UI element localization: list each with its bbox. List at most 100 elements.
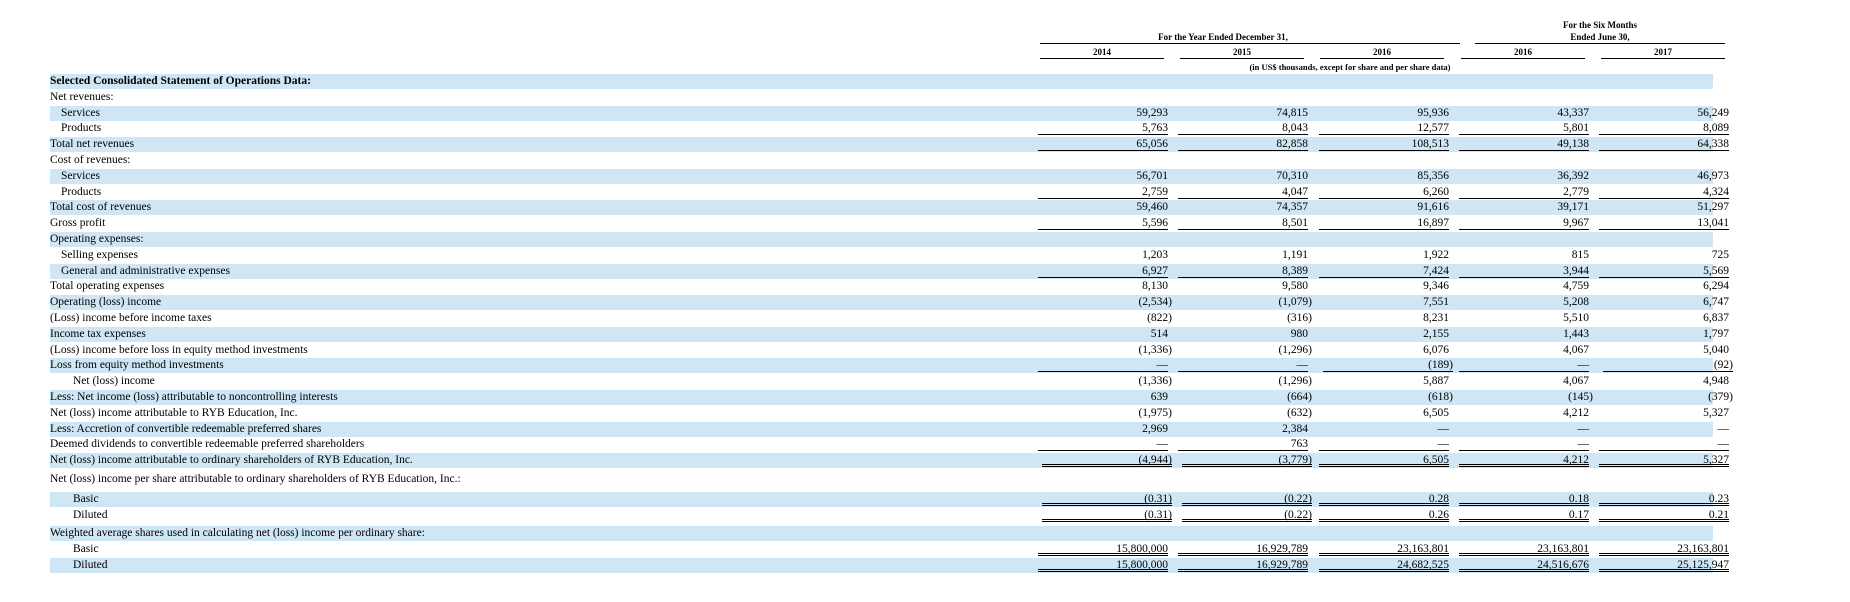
table-row: Services 59,293 74,815 95,936 43,337 56,249 — [0, 105, 1850, 121]
six-months-header-line2: Ended June 30, — [1570, 32, 1630, 42]
row-label: Services — [61, 106, 100, 119]
table-row: Diluted 15,800,000 16,929,789 24,682,525 24,… — [0, 558, 1850, 573]
table-row: Less: Net income (loss) attributable to … — [0, 390, 1850, 405]
cell-value: 8,089 — [1599, 121, 1729, 136]
cell-value: (0.31) — [1042, 508, 1172, 522]
cell-value: 2,155 — [1423, 327, 1449, 340]
cell-value: 0.28 — [1319, 492, 1449, 506]
cell-value: 95,936 — [1417, 106, 1449, 119]
table-row: Net (loss) income attributable to ordina… — [0, 453, 1850, 469]
cell-value: 6,837 — [1703, 312, 1729, 324]
cell-value: 15,800,000 — [1038, 542, 1168, 557]
row-label: Net (loss) income per share attributable… — [50, 473, 461, 485]
table-row: General and administrative expenses 6,927… — [0, 263, 1850, 279]
year-column-rule — [1040, 58, 1164, 59]
table-row: Total net revenues 65,056 82,858 108,513 49,… — [0, 137, 1850, 153]
cell-value: 24,516,676 — [1459, 558, 1589, 572]
table-row: Services 56,701 70,310 85,356 36,392 46,973 — [0, 168, 1850, 184]
cell-value: 16,897 — [1319, 216, 1449, 231]
cell-value: (1,336) — [1138, 375, 1172, 388]
cell-value: — — [1038, 358, 1168, 373]
row-label: Less: Accretion of convertible redeemabl… — [50, 422, 322, 435]
cell-value: 2,384 — [1282, 422, 1308, 435]
cell-value: 5,596 — [1038, 216, 1168, 231]
row-label: Selling expenses — [61, 248, 138, 261]
row-label: Services — [61, 169, 100, 182]
cell-value: 2,779 — [1459, 185, 1589, 199]
cell-value: 7,424 — [1319, 264, 1449, 278]
table-row: (Loss) income before income taxes (822) (3… — [0, 311, 1850, 326]
cell-value: — — [1717, 422, 1730, 435]
cell-value: 24,682,525 — [1319, 558, 1449, 572]
cell-value: 7,551 — [1423, 296, 1449, 309]
cell-value: — — [1038, 437, 1168, 452]
table-row: Less: Accretion of convertible redeemabl… — [0, 421, 1850, 437]
cell-value: 4,047 — [1178, 185, 1308, 199]
table-row: Basic 15,800,000 16,929,789 23,163,801 23,16… — [0, 542, 1850, 557]
cell-value: 12,577 — [1319, 121, 1449, 136]
row-label: Deemed dividends to convertible redeemab… — [50, 438, 365, 451]
row-label: Diluted — [73, 508, 108, 521]
row-label: (Loss) income before income taxes — [50, 312, 212, 324]
cell-value: (145) — [1568, 391, 1593, 403]
row-label: Less: Net income (loss) attributable to … — [50, 391, 338, 403]
cell-value: (379) — [1708, 391, 1733, 403]
row-label: General and administrative expenses — [61, 264, 230, 277]
cell-value: 56,701 — [1136, 169, 1168, 182]
table-row: Net (loss) income (1,336) (1,296) 5,887 4,06… — [0, 374, 1850, 389]
year-column-label: 2016 — [1514, 47, 1532, 57]
cell-value: 6,260 — [1319, 185, 1449, 199]
cell-value: 4,212 — [1563, 406, 1589, 419]
cell-value: 23,163,801 — [1319, 542, 1449, 557]
cell-value: (1,079) — [1278, 296, 1312, 309]
cell-value: 56,249 — [1697, 106, 1729, 119]
cell-value: 49,138 — [1459, 137, 1589, 152]
cell-value: (0.22) — [1182, 508, 1312, 522]
row-label: Diluted — [73, 559, 108, 571]
cell-value: 4,212 — [1459, 453, 1589, 468]
cell-value: — — [1459, 358, 1589, 373]
cell-value: (618) — [1428, 391, 1453, 403]
table-row: Operating expenses: — [0, 232, 1850, 247]
row-label: Total net revenues — [50, 138, 135, 151]
table-row: Deemed dividends to convertible redeemab… — [0, 437, 1850, 452]
cell-value: 1,203 — [1142, 248, 1168, 261]
units-note: (in US$ thousands, except for share and … — [1249, 62, 1451, 72]
cell-value: 5,327 — [1599, 453, 1729, 468]
year-column-label: 2014 — [1093, 47, 1111, 57]
cell-value: 0.18 — [1459, 492, 1589, 506]
cell-value: 8,501 — [1178, 216, 1308, 231]
cell-value: 8,043 — [1178, 121, 1308, 136]
year-column-label: 2015 — [1233, 47, 1251, 57]
cell-value: 108,513 — [1319, 137, 1449, 152]
year-column-rule — [1320, 58, 1444, 59]
cell-value: 1,191 — [1282, 248, 1308, 261]
cell-value: 0.17 — [1459, 508, 1589, 522]
table-row: Net (loss) income attributable to RYB Ed… — [0, 406, 1850, 421]
table-row: Net (loss) income per share attributable… — [0, 472, 1850, 487]
cell-value: (664) — [1287, 391, 1312, 403]
table-row: Loss from equity method investments — — (18… — [0, 358, 1850, 374]
cell-value: 815 — [1571, 248, 1589, 261]
row-label: Operating (loss) income — [50, 296, 162, 309]
cell-value: 763 — [1178, 437, 1308, 452]
year-ended-header: For the Year Ended December 31, — [1158, 32, 1288, 42]
row-label: Gross profit — [50, 217, 106, 230]
table-row: Selling expenses 1,203 1,191 1,922 815 725 — [0, 248, 1850, 263]
cell-value: 0.26 — [1319, 508, 1449, 522]
table-row: Total cost of revenues 59,460 74,357 91,616… — [0, 200, 1850, 216]
cell-value: 25,125,947 — [1599, 558, 1729, 572]
six-months-header-line1: For the Six Months — [1562, 20, 1638, 30]
cell-value: 70,310 — [1276, 169, 1308, 182]
cell-value: (822) — [1147, 312, 1172, 324]
cell-value: (1,296) — [1278, 343, 1312, 356]
table-row: Products 5,763 8,043 12,577 5,801 8,089 — [0, 121, 1850, 136]
cell-value: 639 — [1150, 391, 1168, 403]
table-row: Basic (0.31) (0.22) 0.28 0.18 0.23 — [0, 491, 1850, 507]
row-label: Selected Consolidated Statement of Opera… — [50, 75, 311, 87]
year-column-label: 2017 — [1654, 47, 1672, 57]
cell-value: 9,346 — [1423, 280, 1449, 293]
cell-value: 6,747 — [1703, 296, 1729, 309]
table-row: Cost of revenues: — [0, 153, 1850, 168]
cell-value: 65,056 — [1038, 137, 1168, 152]
